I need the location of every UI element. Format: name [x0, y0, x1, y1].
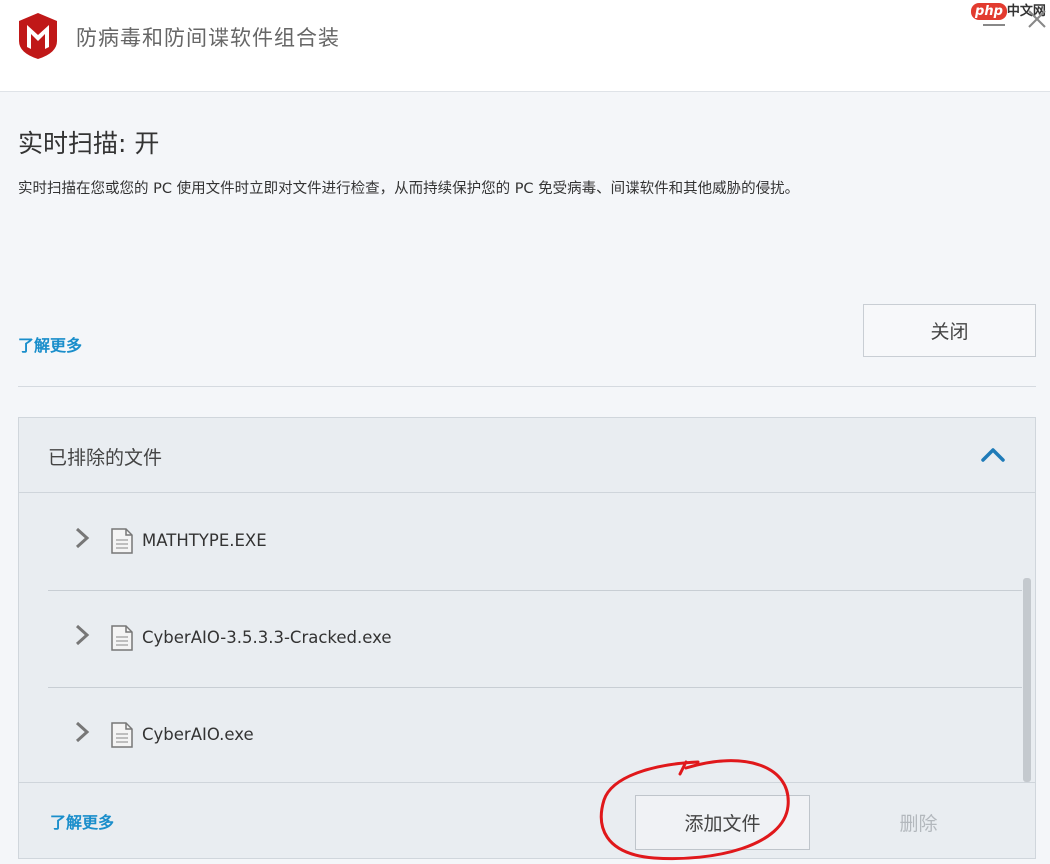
- chevron-right-icon[interactable]: [74, 624, 90, 646]
- file-icon: [111, 528, 133, 554]
- file-icon: [111, 625, 133, 651]
- close-icon[interactable]: [1026, 8, 1048, 30]
- excluded-files-header[interactable]: 已排除的文件: [19, 418, 1035, 493]
- title-bar: 防病毒和防间谍软件组合装 php 中文网: [0, 0, 1050, 92]
- window-title: 防病毒和防间谍软件组合装: [76, 26, 340, 50]
- file-row[interactable]: CyberAIO.exe: [48, 688, 1022, 782]
- divider: [18, 386, 1036, 387]
- file-icon: [111, 722, 133, 748]
- add-file-button[interactable]: 添加文件: [635, 795, 810, 850]
- learn-more-link[interactable]: 了解更多: [18, 332, 82, 356]
- chevron-right-icon[interactable]: [74, 721, 90, 743]
- section-description: 实时扫描在您或您的 PC 使用文件时立即对文件进行检查，从而持续保护您的 PC …: [18, 181, 800, 197]
- excluded-files-title: 已排除的文件: [48, 447, 163, 469]
- excluded-file-list: MATHTYPE.EXE CyberAIO-3.5.3.3-Cracked.ex…: [19, 494, 1035, 782]
- file-name: CyberAIO-3.5.3.3-Cracked.exe: [142, 628, 392, 647]
- delete-button[interactable]: 删除: [831, 795, 1006, 850]
- excluded-files-panel: 已排除的文件 MATHTYPE.EXE CyberAIO-3.5.3.3-Cra…: [18, 417, 1036, 859]
- section-title: 实时扫描: 开: [18, 129, 160, 158]
- minimize-icon[interactable]: [983, 14, 1005, 26]
- close-button[interactable]: 关闭: [863, 304, 1036, 357]
- file-name: CyberAIO.exe: [142, 725, 254, 744]
- file-row[interactable]: MATHTYPE.EXE: [48, 494, 1022, 591]
- learn-more-link[interactable]: 了解更多: [50, 809, 114, 833]
- mcafee-shield-icon: [19, 13, 57, 59]
- chevron-right-icon[interactable]: [74, 527, 90, 549]
- chevron-up-icon[interactable]: [979, 444, 1007, 464]
- file-row[interactable]: CyberAIO-3.5.3.3-Cracked.exe: [48, 591, 1022, 688]
- file-name: MATHTYPE.EXE: [142, 531, 267, 550]
- scrollbar[interactable]: [1023, 578, 1031, 782]
- excluded-files-footer: 了解更多 添加文件 删除: [19, 782, 1035, 858]
